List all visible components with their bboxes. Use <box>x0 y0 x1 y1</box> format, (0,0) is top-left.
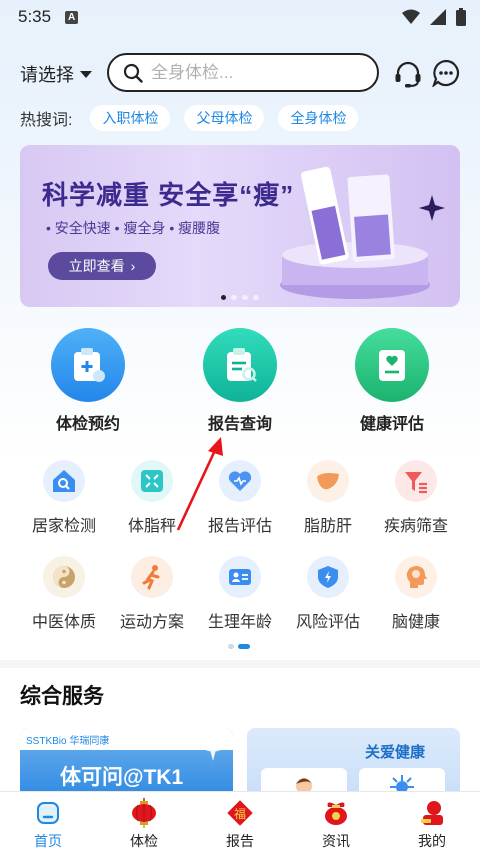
feature-label: 风险评估 <box>295 614 360 631</box>
banner-view-button[interactable]: 立即查看 › <box>48 252 156 280</box>
id-card-icon <box>219 556 261 598</box>
feature-exercise-plan[interactable]: 运动方案 <box>104 556 200 632</box>
feature-tcm-constitution[interactable]: 中医体质 <box>16 556 112 632</box>
feature-scale[interactable]: 体脂秤 <box>104 460 200 536</box>
headset-icon[interactable] <box>393 59 423 89</box>
feature-label: 健康评估 <box>359 416 424 433</box>
notification-icon: A <box>65 10 79 24</box>
feature-label: 脂肪肝 <box>303 518 352 535</box>
pager-dot <box>221 295 226 300</box>
feature-label: 中医体质 <box>31 614 96 631</box>
lantern-icon <box>129 798 159 828</box>
section-title: 综合服务 <box>20 685 104 708</box>
card-title: 体可问@TK1 <box>60 766 184 789</box>
signal-icon <box>430 9 446 25</box>
taiji-icon <box>43 556 85 598</box>
region-selector[interactable]: 请选择 <box>20 61 92 87</box>
filter-icon <box>395 460 437 502</box>
feature-label: 脑健康 <box>391 614 440 631</box>
report-search-icon <box>203 328 277 402</box>
nav-label: 报告 <box>226 833 254 849</box>
search-icon <box>123 63 143 83</box>
feature-physio-age[interactable]: 生理年龄 <box>192 556 288 632</box>
service-card-tk1[interactable]: SSTKBio 华瑞同康 体可问@TK1 <box>20 728 233 798</box>
pager-dot-active <box>238 644 250 649</box>
profile-icon <box>417 798 447 828</box>
nav-label: 我的 <box>418 833 446 849</box>
feature-label: 生理年龄 <box>207 614 272 631</box>
status-bar: 5:35 A <box>0 0 480 34</box>
feature-health-assess[interactable]: 健康评估 <box>332 328 452 434</box>
banner-pager <box>20 295 460 300</box>
feature-appointment[interactable]: 体检预约 <box>28 328 148 434</box>
pager-dot <box>231 295 237 300</box>
search-row: 请选择 <box>0 52 480 94</box>
pager-dot <box>253 295 259 300</box>
running-icon <box>131 556 173 598</box>
home-test-icon <box>43 460 85 502</box>
feature-disease-screen[interactable]: 疾病筛查 <box>368 460 464 536</box>
shield-icon <box>307 556 349 598</box>
search-box[interactable] <box>107 53 379 92</box>
hot-chip[interactable]: 全身体检 <box>278 105 359 131</box>
pager-dot <box>242 295 248 300</box>
caret-down-icon <box>80 70 92 78</box>
nav-label: 首页 <box>34 833 62 849</box>
nav-checkup[interactable]: 体检 <box>96 792 192 853</box>
nav-mine[interactable]: 我的 <box>384 792 480 853</box>
feature-report-assess[interactable]: 报告评估 <box>192 460 288 536</box>
svg-text:福: 福 <box>234 806 246 821</box>
region-label: 请选择 <box>20 65 74 85</box>
banner-button-label: 立即查看 <box>68 258 125 274</box>
feature-label: 报告查询 <box>207 416 272 433</box>
appointment-icon <box>51 328 125 402</box>
news-icon <box>321 798 351 828</box>
feature-home-test[interactable]: 居家检测 <box>16 460 112 536</box>
promo-banner[interactable]: 科学减重 安全享“瘦” • 安全快速 • 瘦全身 • 瘦腰腹 立即查看 › <box>20 145 460 307</box>
feature-label: 报告评估 <box>207 518 272 535</box>
liver-icon <box>307 460 349 502</box>
features-pager <box>228 644 250 649</box>
feature-report-query[interactable]: 报告查询 <box>180 328 300 434</box>
hot-chip[interactable]: 入职体检 <box>90 105 171 131</box>
service-card-care[interactable]: 关爱健康 <box>247 728 460 798</box>
feature-label: 疾病筛查 <box>383 518 448 535</box>
nav-label: 体检 <box>130 833 158 849</box>
nav-report[interactable]: 福 报告 <box>192 792 288 853</box>
message-icon[interactable] <box>432 59 460 87</box>
brain-head-icon <box>395 556 437 598</box>
chevron-right-icon: › <box>130 258 136 274</box>
heart-report-icon <box>219 460 261 502</box>
feature-label: 体脂秤 <box>127 518 176 535</box>
pager-dot <box>228 644 234 649</box>
hot-search-label: 热搜词: <box>20 112 73 129</box>
fu-icon: 福 <box>225 798 255 828</box>
nav-news[interactable]: 资讯 <box>288 792 384 853</box>
status-icons <box>402 8 466 26</box>
status-time: 5:35 <box>18 7 52 26</box>
banner-title: 科学减重 安全享“瘦” <box>42 180 295 210</box>
battery-icon <box>456 8 466 26</box>
hot-search-row: 热搜词: 入职体检 父母体检 全身体检 <box>20 104 372 132</box>
nav-home[interactable]: 首页 <box>0 792 96 853</box>
banner-subtitle: • 安全快速 • 瘦全身 • 瘦腰腹 <box>46 220 221 236</box>
feature-label: 体检预约 <box>55 416 120 433</box>
nav-label: 资讯 <box>322 833 350 849</box>
home-icon <box>33 798 63 828</box>
feature-risk-assess[interactable]: 风险评估 <box>280 556 376 632</box>
feature-fatty-liver[interactable]: 脂肪肝 <box>280 460 376 536</box>
search-input[interactable] <box>151 62 351 83</box>
feature-label: 运动方案 <box>119 614 184 631</box>
wifi-icon <box>402 9 420 24</box>
feature-label: 居家检测 <box>31 518 96 535</box>
hot-chip[interactable]: 父母体检 <box>184 105 265 131</box>
bottom-nav: 首页 体检 福 报告 资讯 我的 <box>0 791 480 853</box>
scale-icon <box>131 460 173 502</box>
sparkle-icon <box>201 737 225 761</box>
health-assess-icon <box>355 328 429 402</box>
card-title: 关爱健康 <box>365 744 426 761</box>
feature-brain-health[interactable]: 脑健康 <box>368 556 464 632</box>
section-divider <box>0 660 480 668</box>
